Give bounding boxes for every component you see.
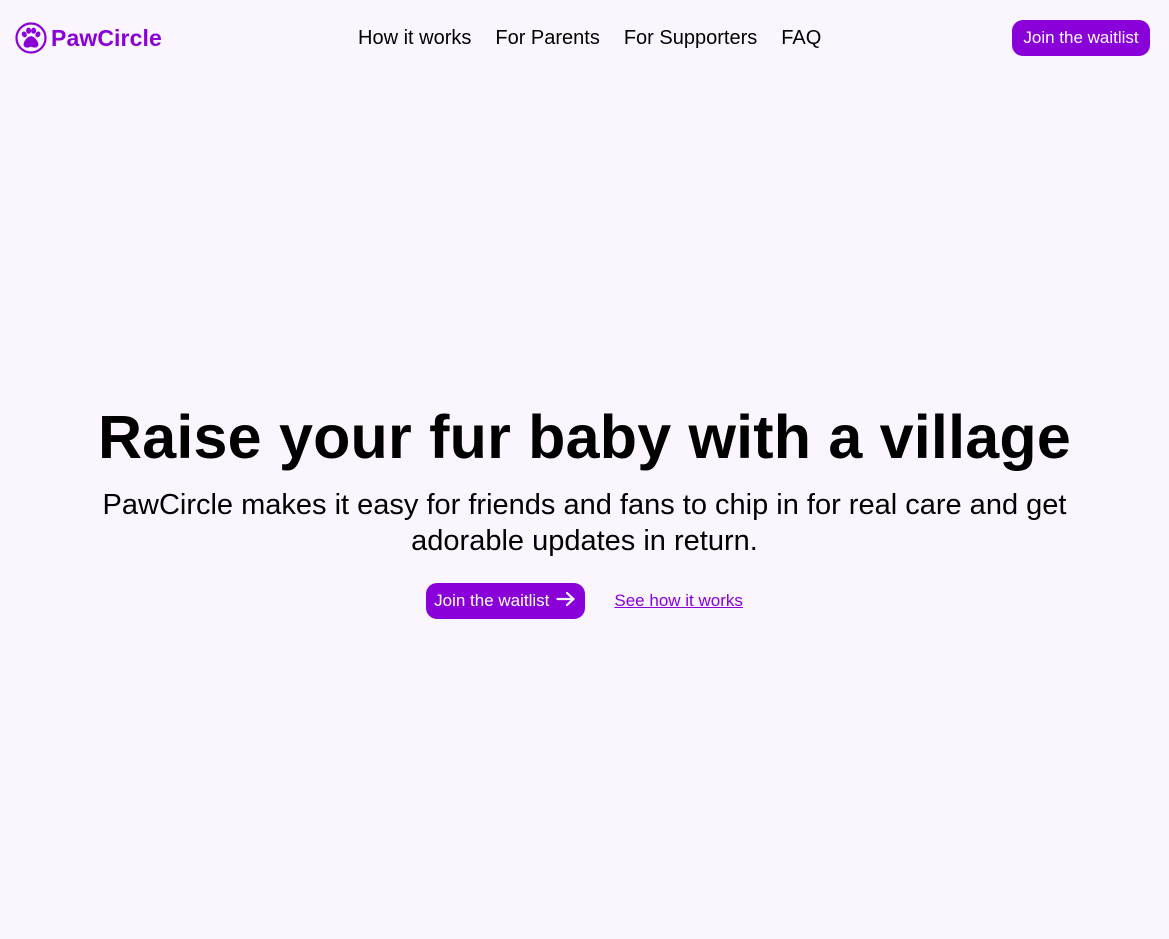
nav-link-for-parents[interactable]: For Parents <box>495 26 599 50</box>
hero-join-waitlist-button[interactable]: Join the waitlist <box>426 583 586 619</box>
see-how-it-works-link[interactable]: See how it works <box>614 591 743 611</box>
hero-actions: Join the waitlist See how it works <box>0 583 1169 619</box>
nav-link-faq[interactable]: FAQ <box>781 26 821 50</box>
hero-subtitle: PawCircle makes it easy for friends and … <box>102 489 1067 557</box>
header-join-waitlist-button[interactable]: Join the waitlist <box>1012 20 1150 56</box>
nav-link-how-it-works[interactable]: How it works <box>358 26 471 50</box>
hero-join-waitlist-label: Join the waitlist <box>434 591 550 610</box>
nav-link-for-supporters[interactable]: For Supporters <box>624 26 757 50</box>
paw-circle-icon <box>15 22 47 54</box>
site-header: PawCircle How it works For Parents For S… <box>0 0 1169 76</box>
brand-logo-link[interactable]: PawCircle <box>15 22 162 54</box>
main-nav: How it works For Parents For Supporters … <box>358 26 821 50</box>
brand-name: PawCircle <box>51 24 162 51</box>
arrow-right-icon <box>549 591 576 612</box>
hero-title: Raise your fur baby with a village <box>98 403 1071 471</box>
hero-section: Raise your fur baby with a village PawCi… <box>0 400 1169 619</box>
